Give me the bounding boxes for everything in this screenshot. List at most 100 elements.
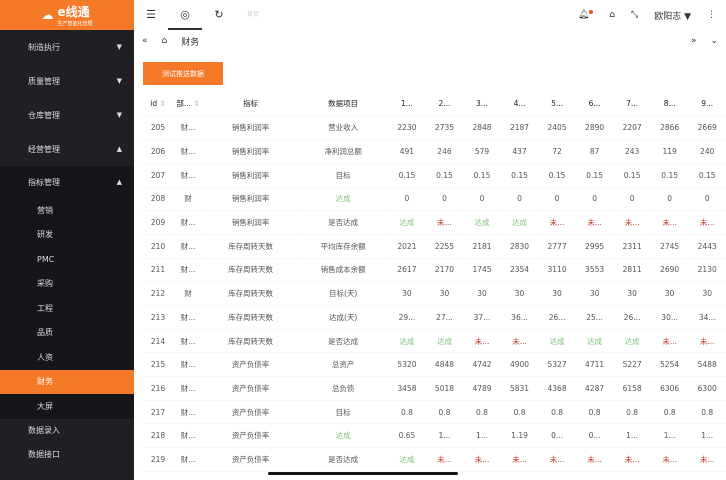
column-header[interactable]: id ⇕ (143, 92, 174, 117)
table-cell: 30... (650, 305, 689, 330)
table-cell: 未... (575, 447, 614, 472)
data-table: id ⇕ 部... ⇕ 指标 数据项目 1... 2... 3... 4... 5... 6...… (143, 92, 726, 472)
tab-bar: « ⌂ 财务 » ⌄ (134, 30, 726, 52)
table-row: 206 财... 销售利润率 净利润总额 491 246 579 437 72 87 243 119 2… (143, 139, 726, 164)
page-hint: 首页 (246, 11, 259, 18)
table-cell: 0.8 (538, 400, 576, 425)
table-cell: 未... (463, 329, 501, 354)
column-header[interactable]: 9... (688, 92, 726, 117)
table-cell: 0.15 (613, 163, 651, 188)
table-cell: 27... (425, 305, 464, 330)
table-cell: 未... (425, 210, 464, 235)
refresh-icon[interactable]: ↻ (202, 0, 236, 30)
sidebar-group[interactable]: 数据录入 (0, 419, 134, 443)
column-header[interactable]: 7... (613, 92, 651, 117)
scroll-left-icon[interactable]: « (142, 36, 148, 46)
table-cell: 30 (688, 281, 726, 306)
table-cell: 目标(天) (298, 281, 389, 306)
sidebar-group[interactable]: 经营管理 ▲ (0, 132, 134, 166)
table-cell: 财... (173, 423, 204, 449)
table-cell: 未... (613, 210, 651, 235)
table-cell: 2866 (650, 116, 689, 141)
bell-icon[interactable]: 🔔︎ (578, 10, 594, 20)
sidebar-group[interactable]: 质量管理 ▼ (0, 64, 134, 98)
table-cell: 达成 (425, 329, 464, 354)
table-cell: 2405 (538, 116, 576, 141)
table-cell: 5327 (538, 352, 576, 378)
column-header[interactable]: 6... (575, 92, 614, 117)
sidebar-item[interactable]: 营销 (0, 198, 134, 223)
caret-down-icon: ▼ (116, 77, 122, 85)
user-menu[interactable]: 欧阳志 ▼ (654, 9, 691, 22)
column-header[interactable]: 数据项目 (298, 92, 389, 117)
column-header-label: 5... (551, 99, 564, 109)
home-icon[interactable]: ⌂ (162, 36, 168, 46)
sidebar-item[interactable]: PMC (0, 247, 134, 272)
sort-icon[interactable]: ⇕ (157, 99, 165, 108)
sidebar-group[interactable]: 数据接口 (0, 443, 134, 467)
table-cell: 目标 (298, 163, 389, 188)
table-cell: 未... (538, 210, 576, 235)
sidebar-subgroup[interactable]: 指标管理 ▲ (0, 166, 134, 198)
fullscreen-icon[interactable]: ⤡ (631, 10, 638, 20)
table-cell: 库存周转天数 (203, 305, 299, 330)
scroll-right-icon[interactable]: » (691, 36, 697, 46)
table-cell: 30 (650, 281, 689, 306)
column-header[interactable]: 1... (388, 92, 426, 117)
table-cell: 211 (143, 258, 174, 283)
table-cell: 4789 (463, 376, 501, 401)
table-row: 213 财... 库存周转天数 达成(天) 29... 27... 37... 36... 26… (143, 305, 726, 330)
horizontal-scrollbar[interactable] (268, 472, 458, 475)
column-header[interactable]: 5... (538, 92, 576, 117)
sidebar-group[interactable]: 制造执行 ▼ (0, 30, 134, 64)
sidebar-item[interactable]: 品质 (0, 320, 134, 345)
tag-icon[interactable]: ⌂ (609, 10, 615, 20)
column-header[interactable]: 部... ⇕ (173, 92, 204, 117)
sidebar-item[interactable]: 采购 (0, 271, 134, 296)
tab-finance[interactable]: 财务 (181, 35, 199, 48)
sidebar-item[interactable]: 财务 (0, 369, 134, 394)
table-cell: 240 (688, 139, 726, 164)
table-cell: 达成 (388, 447, 426, 472)
more-icon[interactable]: ⋮ (707, 10, 716, 20)
sidebar-item[interactable]: 研发 (0, 222, 134, 247)
table-cell: 财... (173, 447, 204, 472)
table-cell: 财... (173, 139, 204, 164)
table-cell: 财... (173, 210, 204, 235)
table-cell: 未... (650, 447, 689, 472)
column-header-label: 部... (176, 99, 192, 109)
sort-icon[interactable]: ⇕ (191, 99, 199, 108)
palette-icon[interactable]: ◎ (168, 0, 202, 30)
caret-up-icon: ▲ (116, 145, 122, 153)
table-cell: 579 (463, 139, 501, 164)
table-cell: 1... (463, 423, 501, 449)
chevron-down-icon[interactable]: ⌄ (710, 36, 718, 46)
table-cell: 达成 (575, 329, 614, 354)
column-header[interactable]: 3... (463, 92, 501, 117)
table-cell: 0.15 (463, 163, 501, 188)
column-header[interactable]: 4... (500, 92, 539, 117)
sidebar-item[interactable]: 人资 (0, 345, 134, 370)
table-cell: 2021 (388, 234, 426, 259)
column-header[interactable]: 8... (650, 92, 689, 117)
table-cell: 库存周转天数 (203, 329, 299, 354)
table-row: 216 财... 资产负债率 总负债 3458 5018 4789 5831 4368 4287 6… (143, 376, 726, 401)
column-header[interactable]: 指标 (203, 92, 299, 117)
table-cell: 0.8 (613, 400, 651, 425)
table-cell: 5320 (388, 352, 426, 378)
sidebar-item[interactable]: 工程 (0, 296, 134, 321)
sidebar-item-label: 财务 (37, 377, 53, 387)
table-cell: 0.15 (575, 163, 614, 188)
table-row: 214 财... 库存周转天数 是否达成 达成 达成 未... 未... 达成 达成 达成 未... 未… (143, 329, 726, 354)
table-cell: 销售利润率 (203, 116, 299, 141)
table-cell: 达成 (613, 329, 651, 354)
table-cell: 是否达成 (298, 329, 389, 354)
menu-toggle-icon[interactable]: ☰ (134, 0, 168, 30)
table-cell: 4711 (575, 352, 614, 378)
sidebar-group[interactable]: 仓库管理 ▼ (0, 98, 134, 132)
sidebar-item[interactable]: 大屏 (0, 394, 134, 419)
table-cell: 0.65 (388, 423, 426, 449)
test-push-button[interactable]: 测试推送数据 (143, 62, 223, 85)
table-cell: 1... (425, 423, 464, 449)
column-header[interactable]: 2... (425, 92, 464, 117)
